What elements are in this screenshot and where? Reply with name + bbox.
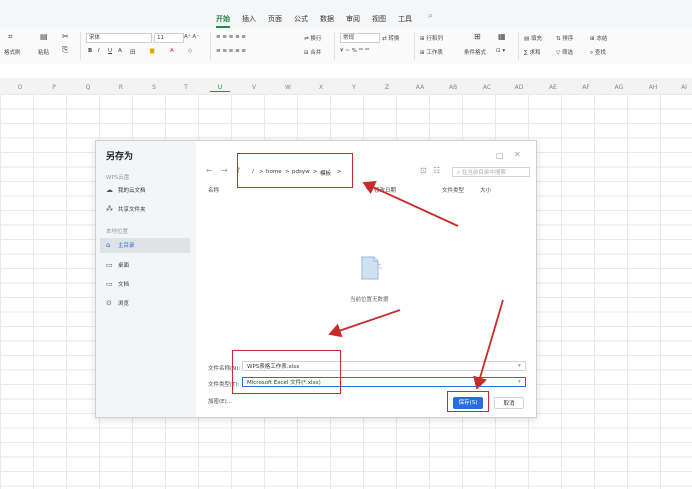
arrow-to-save bbox=[473, 299, 504, 390]
arrow-to-filename bbox=[328, 309, 401, 338]
annotation-arrows bbox=[328, 180, 504, 390]
arrow-to-path bbox=[362, 180, 459, 227]
